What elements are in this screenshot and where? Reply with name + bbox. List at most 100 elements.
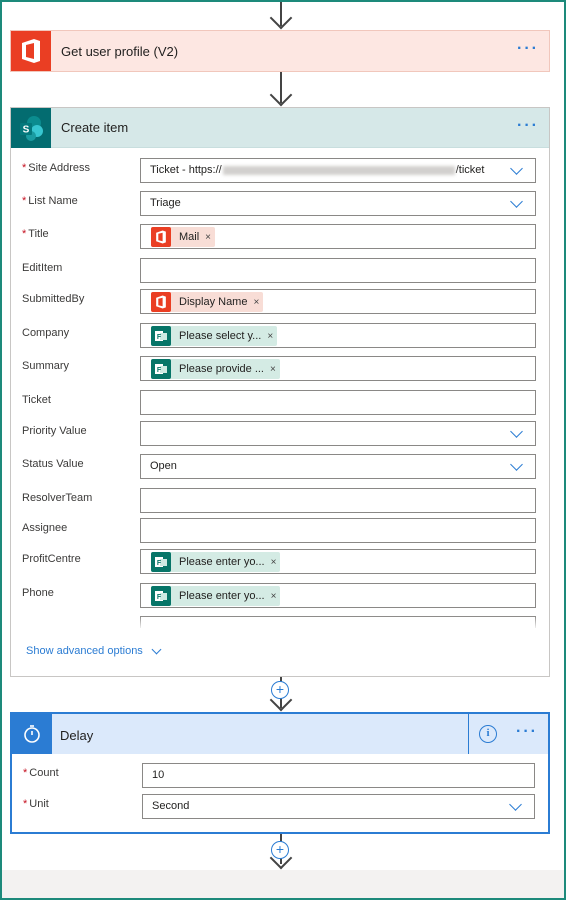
step-menu-button[interactable]: ···	[516, 724, 538, 740]
field-assignee: Assignee	[11, 518, 549, 546]
site-address-suffix: /ticket	[455, 164, 485, 176]
connector-arrow-top	[269, 2, 293, 30]
field-profitcentre: ProfitCentre F Please enter yo... ×	[11, 549, 549, 577]
dynamic-content-token[interactable]: Mail ×	[151, 227, 216, 247]
step-header[interactable]: S Create item ···	[11, 107, 549, 148]
canvas-bottom-bar	[2, 870, 564, 898]
dynamic-content-token[interactable]: F Please enter yo... ×	[151, 586, 281, 606]
count-value: 10	[152, 769, 165, 781]
dynamic-content-token[interactable]: F Please select y... ×	[151, 326, 278, 346]
remove-token-icon[interactable]: ×	[267, 331, 277, 342]
field-label: * Site Address	[22, 162, 91, 174]
unit-value: Second	[152, 800, 190, 812]
scroll-fade	[12, 616, 548, 630]
sharepoint-icon: S	[11, 107, 51, 148]
phone-input[interactable]: F Please enter yo... ×	[140, 583, 536, 608]
resolverteam-input[interactable]	[140, 488, 536, 513]
dynamic-content-token[interactable]: F Please provide ... ×	[151, 359, 280, 379]
field-summary: Summary F Please provide ... ×	[11, 356, 549, 384]
field-label: Ticket	[22, 394, 51, 406]
field-unit: * Unit Second	[12, 794, 548, 822]
token-label: Mail	[179, 231, 200, 243]
step-title: Create item	[61, 120, 129, 135]
insert-step-button[interactable]: +	[271, 841, 289, 859]
get-user-profile-step[interactable]: Get user profile (V2) ···	[10, 30, 550, 72]
field-label: ResolverTeam	[22, 492, 93, 504]
svg-text:F: F	[157, 594, 162, 601]
status-value-dropdown[interactable]: Open	[140, 454, 536, 479]
step-menu-button[interactable]: ···	[517, 118, 539, 134]
token-label: Please select y...	[179, 330, 262, 342]
field-submittedby: SubmittedBy Display Name ×	[11, 289, 549, 317]
field-ticket: Ticket	[11, 390, 549, 418]
chevron-down-icon	[151, 644, 162, 654]
list-name-value: Triage	[150, 197, 181, 209]
ticket-input[interactable]	[140, 390, 536, 415]
submittedby-input[interactable]: Display Name ×	[140, 289, 536, 314]
remove-token-icon[interactable]: ×	[205, 232, 215, 243]
field-label: Summary	[22, 360, 70, 372]
office-365-icon	[151, 227, 171, 247]
priority-value-dropdown[interactable]	[140, 421, 536, 446]
step-header-main[interactable]: Delay	[12, 714, 469, 754]
status-value: Open	[150, 460, 177, 472]
profitcentre-input[interactable]: F Please enter yo... ×	[140, 549, 536, 574]
svg-text:F: F	[157, 334, 162, 341]
chevron-down-icon[interactable]	[510, 458, 523, 471]
microsoft-forms-icon: F	[151, 326, 171, 346]
remove-token-icon[interactable]: ×	[271, 591, 281, 602]
site-address-prefix: Ticket - https://	[150, 164, 222, 176]
microsoft-forms-icon: F	[151, 586, 171, 606]
step-title: Get user profile (V2)	[61, 43, 179, 59]
field-label: * Unit	[23, 798, 49, 810]
dynamic-content-token[interactable]: F Please enter yo... ×	[151, 552, 281, 572]
field-count: * Count 10	[12, 763, 548, 791]
show-advanced-options-link[interactable]: Show advanced options	[26, 644, 162, 657]
company-input[interactable]: F Please select y... ×	[140, 323, 536, 348]
assignee-input[interactable]	[140, 518, 536, 543]
microsoft-forms-icon: F	[151, 552, 171, 572]
token-label: Please provide ...	[179, 363, 264, 375]
dynamic-content-token[interactable]: Display Name ×	[151, 292, 264, 312]
timer-icon	[12, 714, 52, 754]
field-edititem: EditItem	[11, 258, 549, 286]
chevron-down-icon[interactable]	[510, 425, 523, 438]
chevron-down-icon[interactable]	[509, 798, 522, 811]
field-label: * Title	[22, 228, 49, 240]
remove-token-icon[interactable]: ×	[253, 297, 263, 308]
delay-step[interactable]: Delay i ··· * Count 10 * Unit Second	[10, 712, 550, 834]
svg-text:F: F	[157, 367, 162, 374]
field-label: * Count	[23, 767, 59, 779]
chevron-down-icon[interactable]	[510, 195, 523, 208]
unit-dropdown[interactable]: Second	[142, 794, 535, 819]
field-site-address: * Site Address Ticket - https:// /ticket	[11, 158, 549, 186]
chevron-down-icon[interactable]	[510, 162, 523, 175]
field-label: Phone	[22, 587, 54, 599]
microsoft-forms-icon: F	[151, 359, 171, 379]
field-resolverteam: ResolverTeam	[11, 488, 549, 516]
svg-text:F: F	[157, 560, 162, 567]
office-365-icon	[151, 292, 171, 312]
summary-input[interactable]: F Please provide ... ×	[140, 356, 536, 381]
remove-token-icon[interactable]: ×	[271, 557, 281, 568]
remove-token-icon[interactable]: ×	[270, 364, 280, 375]
title-input[interactable]: Mail ×	[140, 224, 536, 249]
field-label: SubmittedBy	[22, 293, 85, 305]
field-phone: Phone F Please enter yo... ×	[11, 583, 549, 611]
field-label: Priority Value	[22, 425, 87, 437]
site-address-dropdown[interactable]: Ticket - https:// /ticket	[140, 158, 536, 183]
count-input[interactable]: 10	[142, 763, 535, 788]
create-item-step[interactable]: S Create item ··· * Site Address Ticket -…	[10, 107, 550, 677]
step-menu-button[interactable]: ···	[517, 41, 539, 57]
field-label: Company	[22, 327, 70, 339]
step-header[interactable]: Delay i ···	[12, 714, 548, 754]
info-icon[interactable]: i	[479, 725, 497, 743]
step-title: Delay	[60, 728, 94, 743]
step-header[interactable]: Get user profile (V2) ···	[11, 31, 549, 71]
insert-step-button[interactable]: +	[271, 681, 289, 699]
connector-arrow	[269, 72, 293, 107]
edititem-input[interactable]	[140, 258, 536, 283]
list-name-dropdown[interactable]: Triage	[140, 191, 536, 216]
field-label: * List Name	[22, 195, 78, 207]
field-label: ProfitCentre	[22, 553, 81, 565]
